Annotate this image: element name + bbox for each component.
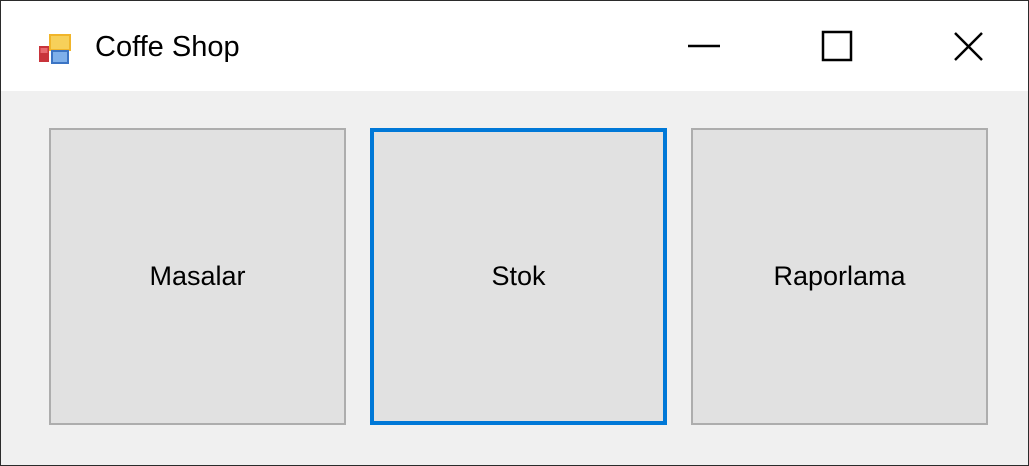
main-window: Coffe Shop Masalar Stok Raporlama [0, 0, 1029, 466]
raporlama-button[interactable]: Raporlama [691, 128, 988, 425]
title-bar[interactable]: Coffe Shop [1, 1, 1028, 91]
close-button[interactable] [921, 1, 1013, 91]
minimize-button[interactable] [661, 1, 753, 91]
app-icon[interactable] [39, 34, 71, 64]
client-area: Masalar Stok Raporlama [1, 91, 1028, 465]
window-title: Coffe Shop [95, 31, 240, 63]
stok-button[interactable]: Stok [370, 128, 667, 425]
masalar-button[interactable]: Masalar [49, 128, 346, 425]
maximize-button[interactable] [794, 1, 886, 91]
